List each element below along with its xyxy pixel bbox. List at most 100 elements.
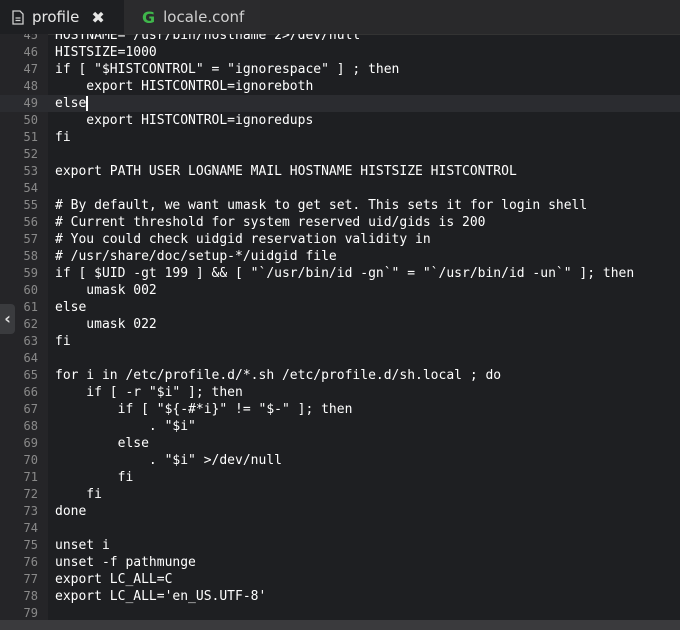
line-number: 68 xyxy=(23,419,38,433)
code-text: export HISTCONTROL=ignoredups xyxy=(55,113,314,128)
tab-label: locale.conf xyxy=(163,8,245,26)
code-line[interactable]: 78 export LC_ALL='en_US.UTF-8' xyxy=(0,588,680,605)
code-text: else xyxy=(55,436,149,451)
line-number: 45 xyxy=(23,34,38,42)
code-line[interactable]: 50 export HISTCONTROL=ignoredups xyxy=(0,112,680,129)
code-text: done xyxy=(55,504,87,519)
line-number: 59 xyxy=(23,266,38,280)
code-text: export PATH USER LOGNAME MAIL HOSTNAME H… xyxy=(55,164,517,179)
code-line[interactable]: 61 else xyxy=(0,299,680,316)
code-text: umask 022 xyxy=(55,317,157,332)
code-line[interactable]: 49 else xyxy=(0,95,680,112)
close-icon[interactable]: ✖ xyxy=(91,8,104,27)
tab-label: profile xyxy=(32,8,80,26)
line-number: 75 xyxy=(23,538,38,552)
line-number: 54 xyxy=(23,181,38,195)
line-number: 69 xyxy=(23,436,38,450)
code-line[interactable]: 55 # By default, we want umask to get set… xyxy=(0,197,680,214)
line-number: 51 xyxy=(23,130,38,144)
code-text: # /usr/share/doc/setup-*/uidgid file xyxy=(55,249,337,264)
line-number: 50 xyxy=(23,113,38,127)
code-line[interactable]: 66 if [ -r "$i" ]; then xyxy=(0,384,680,401)
code-text: # You could check uidgid reservation val… xyxy=(55,232,431,247)
git-icon: G xyxy=(142,7,156,27)
code-line[interactable]: 51 fi xyxy=(0,129,680,146)
code-line[interactable]: 68 . "$i" xyxy=(0,418,680,435)
code-line[interactable]: 48 export HISTCONTROL=ignoreboth xyxy=(0,78,680,95)
code-text: fi xyxy=(55,130,71,145)
code-line[interactable]: 59 if [ $UID -gt 199 ] && [ "`/usr/bin/id… xyxy=(0,265,680,282)
code-text: if [ -r "$i" ]; then xyxy=(55,385,243,400)
line-number: 48 xyxy=(23,79,38,93)
line-number: 72 xyxy=(23,487,38,501)
line-number: 78 xyxy=(23,589,38,603)
code-line[interactable]: 67 if [ "${-#*i}" != "$-" ]; then xyxy=(0,401,680,418)
code-line[interactable]: 73 done xyxy=(0,503,680,520)
code-line[interactable]: 56 # Current threshold for system reserve… xyxy=(0,214,680,231)
code-text: else xyxy=(55,300,87,315)
line-number: 47 xyxy=(23,62,38,76)
code-line[interactable]: 60 umask 002 xyxy=(0,282,680,299)
code-line[interactable]: 57 # You could check uidgid reservation v… xyxy=(0,231,680,248)
code-text: . "$i" xyxy=(55,419,196,434)
code-line[interactable]: 79 xyxy=(0,605,680,620)
code-line[interactable]: 45 HOSTNAME=`/usr/bin/hostname 2>/dev/nul… xyxy=(0,34,680,44)
code-line[interactable]: 70 . "$i" >/dev/null xyxy=(0,452,680,469)
code-text: export LC_ALL='en_US.UTF-8' xyxy=(55,589,267,604)
line-number: 67 xyxy=(23,402,38,416)
code-line[interactable]: 72 fi xyxy=(0,486,680,503)
line-number: 60 xyxy=(23,283,38,297)
code-line[interactable]: 53 export PATH USER LOGNAME MAIL HOSTNAME… xyxy=(0,163,680,180)
line-number: 57 xyxy=(23,232,38,246)
code-text: umask 002 xyxy=(55,283,157,298)
code-line[interactable]: 74 xyxy=(0,520,680,537)
code-editor[interactable]: 45 HOSTNAME=`/usr/bin/hostname 2>/dev/nul… xyxy=(0,34,680,620)
file-icon xyxy=(12,9,24,25)
code-text: unset -f pathmunge xyxy=(55,555,196,570)
code-line[interactable]: 75 unset i xyxy=(0,537,680,554)
line-number: 66 xyxy=(23,385,38,399)
code-line[interactable]: 62 umask 022 xyxy=(0,316,680,333)
line-number: 74 xyxy=(23,521,38,535)
code-text: # By default, we want umask to get set. … xyxy=(55,198,588,213)
line-number: 79 xyxy=(23,606,38,620)
code-line[interactable]: 54 xyxy=(0,180,680,197)
code-text: fi xyxy=(55,487,102,502)
line-number: 63 xyxy=(23,334,38,348)
line-number: 77 xyxy=(23,572,38,586)
line-number: 53 xyxy=(23,164,38,178)
code-line[interactable]: 47 if [ "$HISTCONTROL" = "ignorespace" ] … xyxy=(0,61,680,78)
code-line[interactable]: 52 xyxy=(0,146,680,163)
code-line[interactable]: 71 fi xyxy=(0,469,680,486)
code-text: export HISTCONTROL=ignoreboth xyxy=(55,79,314,94)
line-number: 58 xyxy=(23,249,38,263)
code-line[interactable]: 63 fi xyxy=(0,333,680,350)
tab-locale-conf[interactable]: G locale.conf xyxy=(124,0,261,34)
code-text: else xyxy=(55,96,87,111)
line-number: 70 xyxy=(23,453,38,467)
code-line[interactable]: 65 for i in /etc/profile.d/*.sh /etc/prof… xyxy=(0,367,680,384)
code-text: fi xyxy=(55,334,71,349)
code-text: if [ $UID -gt 199 ] && [ "`/usr/bin/id -… xyxy=(55,266,635,281)
code-text: . "$i" >/dev/null xyxy=(55,453,282,468)
horizontal-scrollbar[interactable] xyxy=(0,620,680,630)
line-number: 56 xyxy=(23,215,38,229)
tab-bar: profile ✖ G locale.conf xyxy=(0,0,680,35)
code-line[interactable]: 77 export LC_ALL=C xyxy=(0,571,680,588)
line-number: 46 xyxy=(23,45,38,59)
code-line[interactable]: 46 HISTSIZE=1000 xyxy=(0,44,680,61)
code-line[interactable]: 76 unset -f pathmunge xyxy=(0,554,680,571)
line-number: 52 xyxy=(23,147,38,161)
tab-profile[interactable]: profile ✖ xyxy=(0,0,124,34)
code-text: # Current threshold for system reserved … xyxy=(55,215,486,230)
code-text: HISTSIZE=1000 xyxy=(55,45,157,60)
code-text: fi xyxy=(55,470,134,485)
line-number: 64 xyxy=(23,351,38,365)
collapse-sidebar-icon[interactable]: ‹ xyxy=(0,304,15,334)
line-number: 55 xyxy=(23,198,38,212)
line-number: 73 xyxy=(23,504,38,518)
text-cursor xyxy=(86,96,88,111)
code-line[interactable]: 58 # /usr/share/doc/setup-*/uidgid file xyxy=(0,248,680,265)
code-line[interactable]: 64 xyxy=(0,350,680,367)
code-line[interactable]: 69 else xyxy=(0,435,680,452)
